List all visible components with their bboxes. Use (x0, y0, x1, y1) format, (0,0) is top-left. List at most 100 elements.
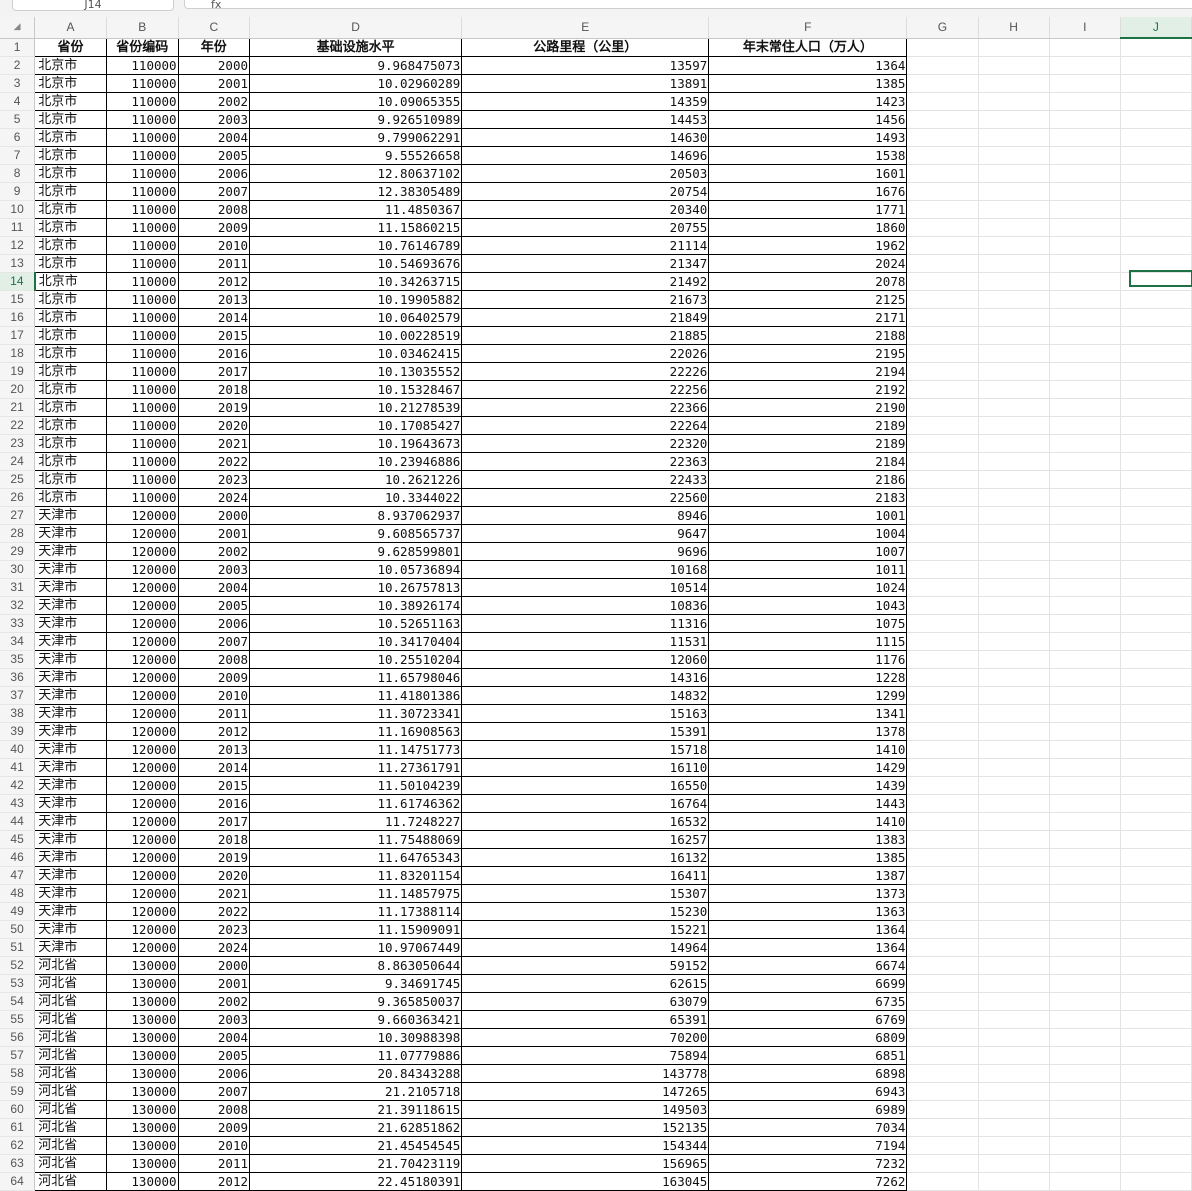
cell-d22[interactable]: 10.17085427 (249, 416, 463, 435)
cell-f28[interactable]: 1004 (708, 524, 908, 543)
cell-b18[interactable]: 110000 (106, 344, 179, 363)
row-header[interactable]: 31 (0, 578, 36, 597)
cell-i35[interactable] (1049, 650, 1121, 669)
row-header[interactable]: 41 (0, 758, 36, 777)
cell-g20[interactable] (906, 380, 979, 399)
cell-a48[interactable]: 天津市 (34, 884, 107, 903)
cell-g9[interactable] (906, 182, 979, 201)
cell-i56[interactable] (1049, 1028, 1121, 1047)
cell-i51[interactable] (1049, 938, 1121, 957)
cell-c62[interactable]: 2010 (178, 1136, 251, 1155)
row-header[interactable]: 29 (0, 542, 36, 561)
cell-a26[interactable]: 北京市 (34, 488, 107, 507)
cell-j31[interactable] (1120, 578, 1192, 597)
row-header[interactable]: 23 (0, 434, 36, 453)
cell-c49[interactable]: 2022 (178, 902, 251, 921)
cell-d61[interactable]: 21.62851862 (249, 1118, 463, 1137)
cell-j10[interactable] (1120, 200, 1192, 219)
cell-f39[interactable]: 1378 (708, 722, 908, 741)
cell-f19[interactable]: 2194 (708, 362, 908, 381)
cell-b24[interactable]: 110000 (106, 452, 179, 471)
row-header[interactable]: 55 (0, 1010, 36, 1029)
cell-d44[interactable]: 11.7248227 (249, 812, 463, 831)
cell-b44[interactable]: 120000 (106, 812, 179, 831)
cell-h28[interactable] (978, 524, 1050, 543)
cell-d54[interactable]: 9.365850037 (249, 992, 463, 1011)
cell-i23[interactable] (1049, 434, 1121, 453)
cell-j22[interactable] (1120, 416, 1192, 435)
cell-j36[interactable] (1120, 668, 1192, 687)
cell-a62[interactable]: 河北省 (34, 1136, 107, 1155)
cell-b47[interactable]: 120000 (106, 866, 179, 885)
cell-e46[interactable]: 16132 (461, 848, 710, 867)
cell-b42[interactable]: 120000 (106, 776, 179, 795)
cell-e20[interactable]: 22256 (461, 380, 710, 399)
cell-b45[interactable]: 120000 (106, 830, 179, 849)
cell-a1[interactable]: 省份 (34, 38, 107, 57)
cell-b21[interactable]: 110000 (106, 398, 179, 417)
cell-a3[interactable]: 北京市 (34, 74, 107, 93)
cell-h13[interactable] (978, 254, 1050, 273)
cell-h16[interactable] (978, 308, 1050, 327)
cell-b4[interactable]: 110000 (106, 92, 179, 111)
row-header[interactable]: 24 (0, 452, 36, 471)
cell-i28[interactable] (1049, 524, 1121, 543)
cell-d4[interactable]: 10.09065355 (249, 92, 463, 111)
cell-b31[interactable]: 120000 (106, 578, 179, 597)
cell-g63[interactable] (906, 1154, 979, 1173)
cell-i41[interactable] (1049, 758, 1121, 777)
column-header-f[interactable]: F (708, 17, 908, 39)
row-header[interactable]: 15 (0, 290, 36, 309)
cell-h43[interactable] (978, 794, 1050, 813)
cell-h41[interactable] (978, 758, 1050, 777)
cell-j43[interactable] (1120, 794, 1192, 813)
cell-c60[interactable]: 2008 (178, 1100, 251, 1119)
column-header-b[interactable]: B (106, 17, 179, 39)
row-header[interactable]: 17 (0, 326, 36, 345)
cell-c63[interactable]: 2011 (178, 1154, 251, 1173)
cell-j23[interactable] (1120, 434, 1192, 453)
cell-e27[interactable]: 8946 (461, 506, 710, 525)
column-header-e[interactable]: E (461, 17, 710, 39)
row-header[interactable]: 63 (0, 1154, 36, 1173)
cell-d24[interactable]: 10.23946886 (249, 452, 463, 471)
cell-g38[interactable] (906, 704, 979, 723)
cell-a37[interactable]: 天津市 (34, 686, 107, 705)
cell-h49[interactable] (978, 902, 1050, 921)
cell-h5[interactable] (978, 110, 1050, 129)
row-header[interactable]: 62 (0, 1136, 36, 1155)
cell-i46[interactable] (1049, 848, 1121, 867)
cell-h35[interactable] (978, 650, 1050, 669)
cell-e13[interactable]: 21347 (461, 254, 710, 273)
cell-b34[interactable]: 120000 (106, 632, 179, 651)
cell-g37[interactable] (906, 686, 979, 705)
cell-g47[interactable] (906, 866, 979, 885)
cell-e2[interactable]: 13597 (461, 56, 710, 75)
cell-h36[interactable] (978, 668, 1050, 687)
cell-d27[interactable]: 8.937062937 (249, 506, 463, 525)
cell-i40[interactable] (1049, 740, 1121, 759)
cell-g30[interactable] (906, 560, 979, 579)
cell-a31[interactable]: 天津市 (34, 578, 107, 597)
cell-h59[interactable] (978, 1082, 1050, 1101)
cell-i11[interactable] (1049, 218, 1121, 237)
cell-h10[interactable] (978, 200, 1050, 219)
cell-a5[interactable]: 北京市 (34, 110, 107, 129)
cell-f55[interactable]: 6769 (708, 1010, 908, 1029)
cell-b8[interactable]: 110000 (106, 164, 179, 183)
cell-g12[interactable] (906, 236, 979, 255)
cell-c20[interactable]: 2018 (178, 380, 251, 399)
cell-j44[interactable] (1120, 812, 1192, 831)
cell-j54[interactable] (1120, 992, 1192, 1011)
cell-c42[interactable]: 2015 (178, 776, 251, 795)
cell-h14[interactable] (978, 272, 1050, 291)
cell-a43[interactable]: 天津市 (34, 794, 107, 813)
cell-g61[interactable] (906, 1118, 979, 1137)
row-header[interactable]: 22 (0, 416, 36, 435)
cell-b43[interactable]: 120000 (106, 794, 179, 813)
cell-g26[interactable] (906, 488, 979, 507)
cell-h50[interactable] (978, 920, 1050, 939)
cell-b27[interactable]: 120000 (106, 506, 179, 525)
cell-h2[interactable] (978, 56, 1050, 75)
cell-b28[interactable]: 120000 (106, 524, 179, 543)
